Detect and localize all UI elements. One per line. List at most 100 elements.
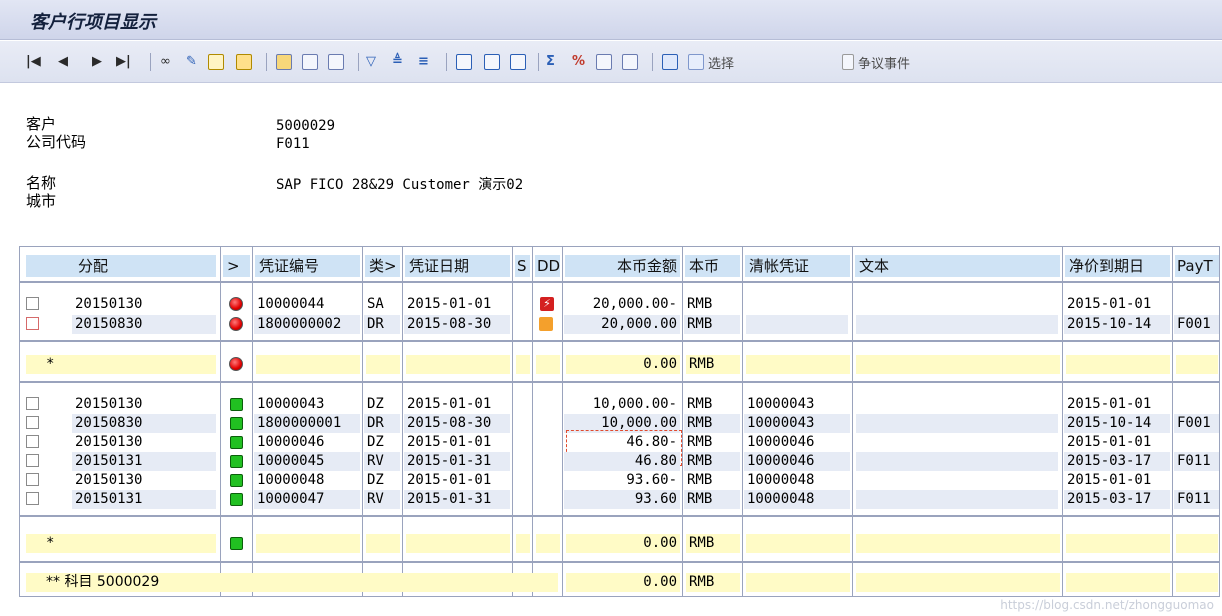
- cell-type: SA: [367, 296, 384, 312]
- page-icon[interactable]: [842, 53, 854, 71]
- cell-doc-no[interactable]: 10000046: [254, 433, 360, 452]
- grid-icon[interactable]: [208, 53, 224, 71]
- cell-currency: RMB: [687, 434, 713, 450]
- cell-payt: [1175, 433, 1218, 452]
- subtotal-icon[interactable]: %: [572, 53, 585, 71]
- sort-desc-icon[interactable]: ≡: [418, 53, 429, 71]
- cell-due-date: 2015-01-01: [1067, 396, 1152, 412]
- group-separator: [20, 561, 1219, 563]
- column-header-clearing[interactable]: 清帐凭证: [745, 255, 850, 277]
- column-header-currency[interactable]: 本币: [685, 255, 740, 277]
- cell-payt: [1175, 295, 1218, 314]
- total-currency: RMB: [686, 573, 740, 592]
- column-header-amount[interactable]: 本币金额: [565, 255, 680, 277]
- line-items-grid: 分配 > 凭证编号 类> 凭证日期 S DD 本币金额 本币 清帐凭证 文本 净…: [19, 246, 1220, 597]
- prev-page-icon[interactable]: ◀: [58, 53, 68, 71]
- city-label: 城市: [26, 192, 57, 210]
- subtotal-blank: [1066, 534, 1170, 553]
- select-button[interactable]: 选择: [708, 53, 734, 72]
- column-divider: [220, 247, 221, 596]
- subtotal-blank: [516, 534, 530, 553]
- column-divider: [1172, 247, 1173, 596]
- first-page-icon[interactable]: |◀: [26, 53, 41, 71]
- toolbar-separator: [266, 53, 267, 71]
- column-header-type[interactable]: 类>: [365, 255, 400, 277]
- column-header-text[interactable]: 文本: [855, 255, 1060, 277]
- exchange-icon[interactable]: [276, 53, 292, 71]
- cell-type: DZ: [367, 472, 384, 488]
- row-checkbox[interactable]: [26, 297, 39, 310]
- column-header-dd[interactable]: DD: [535, 255, 560, 277]
- cell-doc-date: 2015-08-30: [404, 414, 510, 433]
- cell-doc-no[interactable]: 10000047: [254, 490, 360, 509]
- status-green-icon: [230, 398, 243, 411]
- column-divider: [512, 247, 513, 596]
- row-checkbox[interactable]: [26, 397, 39, 410]
- filter-icon[interactable]: ▽: [366, 53, 376, 71]
- column-header-payt[interactable]: PayT: [1175, 255, 1219, 277]
- last-page-icon[interactable]: ▶|: [116, 53, 131, 71]
- export-icon[interactable]: [596, 53, 612, 71]
- layout-icon[interactable]: [456, 53, 472, 71]
- column-divider: [1062, 247, 1063, 596]
- status-green-icon: [230, 417, 243, 430]
- dispute-button[interactable]: 争议事件: [858, 53, 910, 72]
- column-header-s[interactable]: S: [515, 255, 530, 277]
- toolbar-separator: [358, 53, 359, 71]
- cell-doc-no[interactable]: 1800000001: [254, 414, 360, 433]
- layout2-icon[interactable]: [484, 53, 500, 71]
- cell-doc-no[interactable]: 1800000002: [254, 315, 360, 334]
- row-checkbox[interactable]: [26, 454, 39, 467]
- row-checkbox[interactable]: [26, 435, 39, 448]
- cell-clearing: 10000048: [744, 490, 850, 509]
- copy-icon[interactable]: [302, 53, 318, 71]
- column-header-doc-date[interactable]: 凭证日期: [405, 255, 510, 277]
- page-title: 客户行项目显示: [30, 12, 156, 33]
- cell-assignment: 20150830: [72, 315, 216, 334]
- column-header-doc-no[interactable]: 凭证编号: [255, 255, 360, 277]
- cell-payt: F011: [1174, 452, 1219, 471]
- subtotal-marker: *: [26, 534, 216, 553]
- cell-doc-no[interactable]: 10000043: [254, 395, 360, 414]
- group-separator: [20, 340, 1219, 342]
- cell-assignment: 20150130: [75, 472, 143, 488]
- cell-clearing: 10000043: [744, 414, 850, 433]
- cell-text: [856, 471, 1058, 490]
- subtotal-blank: [856, 355, 1060, 374]
- cell-amount: 20,000.00: [564, 315, 680, 334]
- column-header-status[interactable]: >: [223, 255, 250, 277]
- cell-clearing: 10000048: [747, 472, 815, 488]
- print-icon[interactable]: [622, 53, 638, 71]
- info2-icon[interactable]: [688, 53, 704, 71]
- cell-due-date: 2015-03-17: [1064, 490, 1170, 509]
- pencil-icon[interactable]: ✎: [186, 53, 197, 71]
- doc-icon[interactable]: [236, 53, 252, 71]
- find-icon[interactable]: [328, 53, 344, 71]
- toolbar-separator: [538, 53, 539, 71]
- layout3-icon[interactable]: [510, 53, 526, 71]
- cell-doc-no[interactable]: 10000048: [254, 471, 360, 490]
- cell-doc-no[interactable]: 10000045: [254, 452, 360, 471]
- cell-assignment: 20150131: [72, 452, 216, 471]
- column-divider: [402, 247, 403, 596]
- row-checkbox[interactable]: [26, 416, 39, 429]
- sort-asc-icon[interactable]: ≜: [392, 53, 403, 71]
- cell-assignment: 20150130: [75, 296, 143, 312]
- column-header-due-date[interactable]: 净价到期日: [1065, 255, 1170, 277]
- cell-doc-date: 2015-01-01: [407, 296, 492, 312]
- row-checkbox[interactable]: [26, 473, 39, 486]
- cell-doc-date: 2015-01-31: [404, 490, 510, 509]
- column-header-assignment[interactable]: 分配: [26, 255, 216, 277]
- column-divider: [362, 247, 363, 596]
- group-separator: [20, 515, 1219, 517]
- cell-amount: 20,000.00-: [592, 296, 677, 312]
- glasses-icon[interactable]: ∞: [160, 53, 171, 71]
- row-checkbox[interactable]: [26, 492, 39, 505]
- cell-doc-no[interactable]: 10000044: [254, 295, 360, 314]
- next-page-icon[interactable]: ▶: [92, 53, 102, 71]
- sum-icon[interactable]: Σ: [546, 53, 555, 71]
- column-divider: [742, 247, 743, 596]
- toolbar-separator: [652, 53, 653, 71]
- row-checkbox[interactable]: [26, 317, 39, 330]
- info-icon[interactable]: [662, 53, 678, 71]
